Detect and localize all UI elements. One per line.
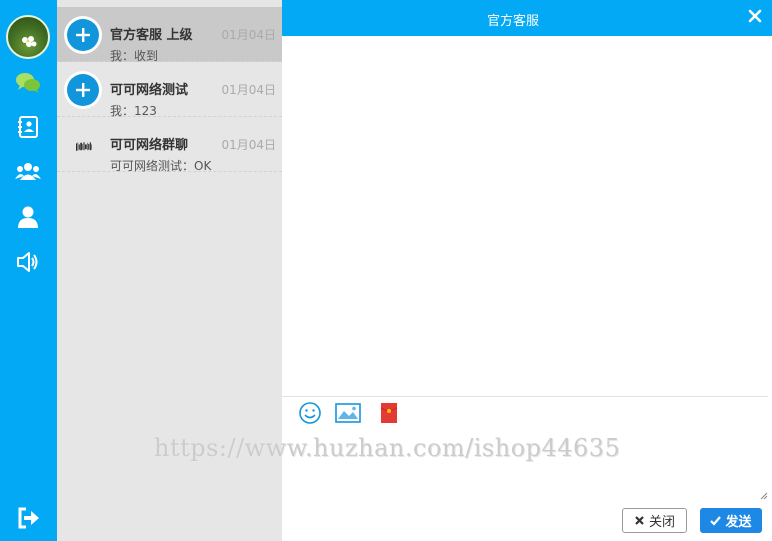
resize-grip-icon[interactable] bbox=[760, 492, 768, 500]
check-icon bbox=[710, 516, 722, 526]
flower-icon bbox=[22, 36, 37, 47]
conversation-time: 01月04日 bbox=[221, 138, 276, 152]
conversation-name: 可可网络测试 bbox=[110, 83, 189, 98]
send-button[interactable]: 发送 bbox=[700, 508, 762, 533]
chat-title: 官方客服 bbox=[486, 14, 539, 29]
plus-icon bbox=[67, 19, 99, 51]
conversation-time: 01月04日 bbox=[221, 28, 276, 42]
conversation-last-message: 可可网络测试：OK bbox=[110, 159, 212, 173]
message-input[interactable]: https://www.huzhan.com/ishop44635 bbox=[154, 428, 768, 504]
chat-header: 官方客服 bbox=[282, 0, 772, 36]
close-icon[interactable] bbox=[748, 9, 762, 23]
group-icon[interactable] bbox=[14, 158, 42, 186]
conversation-time: 01月04日 bbox=[221, 83, 276, 97]
close-icon bbox=[635, 516, 644, 525]
conversation-item[interactable]: 可可网络测试 01月04日 我：123 bbox=[57, 62, 282, 118]
emoji-icon[interactable] bbox=[297, 402, 323, 424]
conversation-name: 可可网络群聊 bbox=[110, 138, 189, 153]
speaker-icon[interactable] bbox=[14, 248, 42, 276]
logout-icon[interactable] bbox=[14, 504, 42, 532]
conversation-item[interactable]: 可可网络群聊 01月04日 可可网络测试：OK bbox=[57, 117, 282, 173]
sidebar-rail bbox=[0, 0, 57, 541]
profile-icon[interactable] bbox=[14, 203, 42, 231]
conversation-name: 官方客服 上级 bbox=[110, 28, 193, 43]
image-icon[interactable] bbox=[335, 402, 361, 424]
chat-icon[interactable] bbox=[14, 69, 42, 97]
conversation-item[interactable]: 官方客服 上级 01月04日 我：收到 bbox=[57, 7, 282, 63]
qr-code-icon bbox=[67, 129, 101, 163]
close-button[interactable]: 关闭 bbox=[622, 508, 687, 533]
close-button-label: 关闭 bbox=[648, 515, 675, 530]
red-packet-icon[interactable] bbox=[376, 402, 402, 424]
contacts-icon[interactable] bbox=[14, 113, 42, 141]
message-area bbox=[282, 36, 772, 396]
chat-window: 官方客服 https://www.huzhan.com/ishop44635 关… bbox=[154, 0, 772, 541]
conversation-list: 官方客服 上级 01月04日 我：收到 可可网络测试 01月04日 我：123 … bbox=[57, 0, 282, 541]
avatar[interactable] bbox=[6, 15, 50, 59]
plus-icon bbox=[67, 74, 99, 106]
send-button-label: 发送 bbox=[725, 515, 752, 530]
input-toolbar bbox=[282, 396, 768, 428]
